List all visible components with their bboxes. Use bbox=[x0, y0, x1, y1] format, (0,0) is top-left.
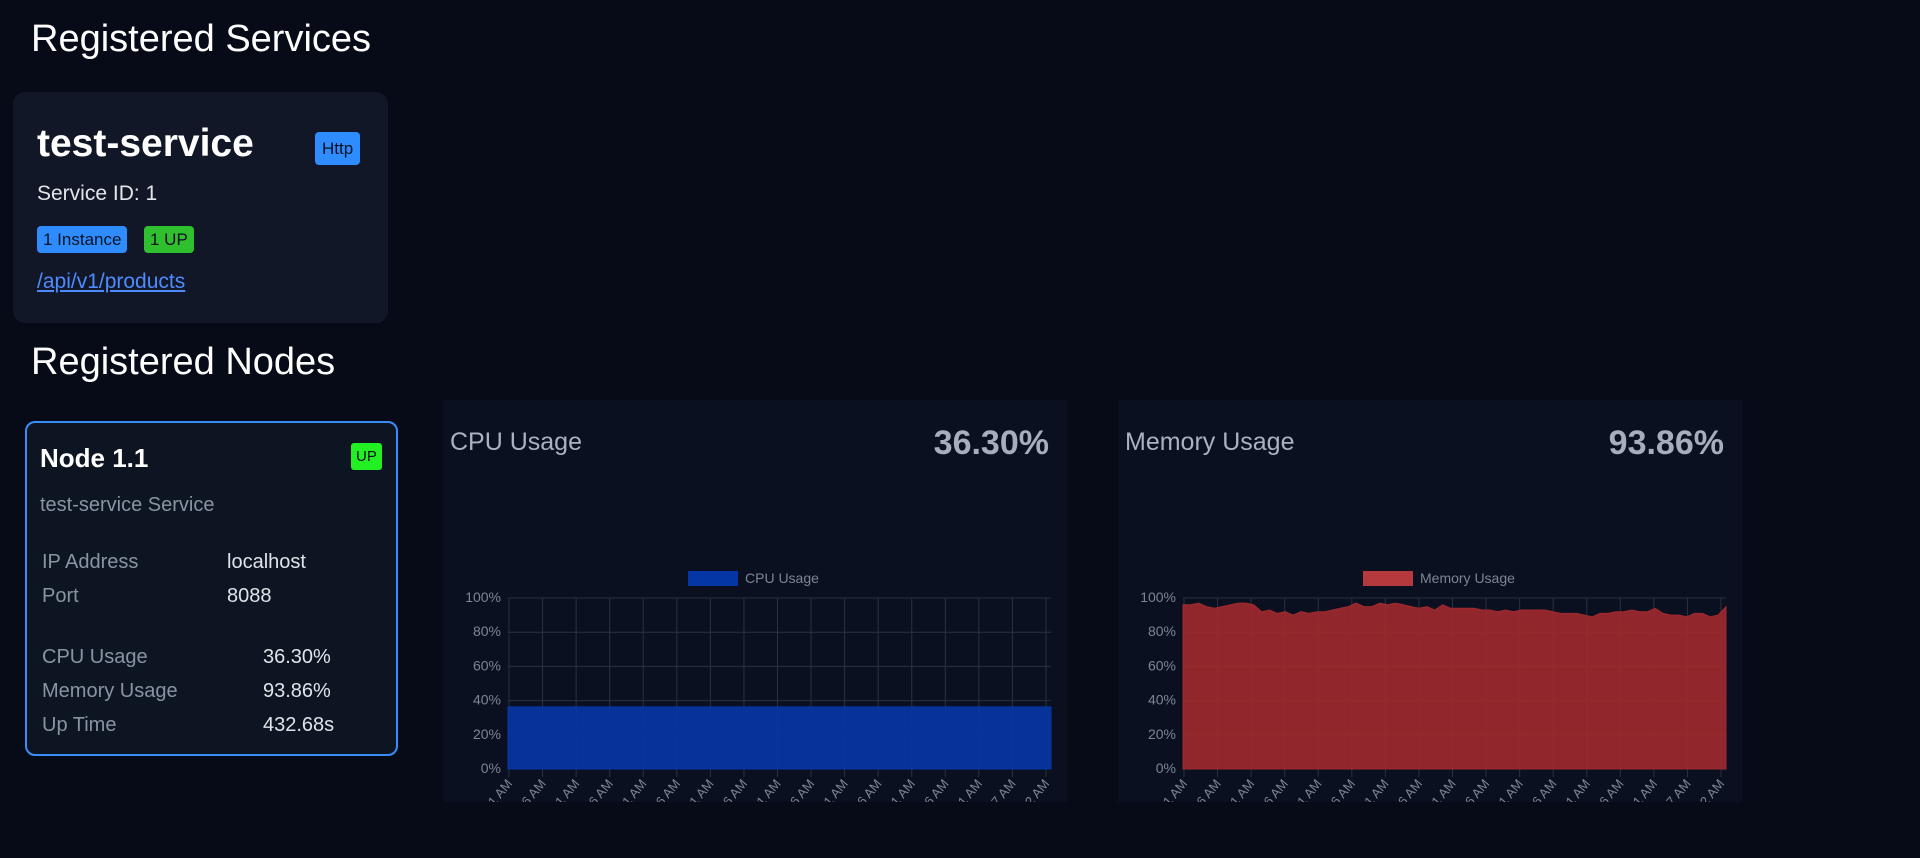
uptime-label: Up Time bbox=[42, 714, 117, 736]
instances-badge: 1 Instance bbox=[37, 226, 128, 253]
cpu-panel-value: 36.30% bbox=[933, 424, 1049, 462]
up-count-badge: 1 UP bbox=[144, 226, 194, 253]
uptime-value: 432.68s bbox=[263, 714, 335, 736]
cpu-chart-legend-label: CPU Usage bbox=[745, 570, 819, 586]
cpu-chart-ytick: 20% bbox=[473, 726, 501, 742]
memory-chart-legend-swatch bbox=[1363, 571, 1413, 586]
port-label: Port bbox=[42, 585, 79, 607]
service-id: Service ID: 1 bbox=[37, 182, 158, 205]
cpu-chart-series-area bbox=[507, 706, 1052, 770]
cpu-usage-label: CPU Usage bbox=[42, 646, 148, 668]
service-card[interactable]: test-service Http Service ID: 1 1 Instan… bbox=[13, 92, 388, 323]
cpu-chart-ytick: 0% bbox=[481, 760, 501, 776]
cpu-chart-xtick: 12:04:11 AM bbox=[457, 776, 515, 802]
ip-address-label: IP Address bbox=[42, 551, 139, 573]
service-name: test-service bbox=[37, 122, 254, 165]
node-name: Node 1.1 bbox=[40, 443, 149, 473]
node-card[interactable]: Node 1.1 UP test-service Service IP Addr… bbox=[25, 421, 398, 756]
services-heading: Registered Services bbox=[31, 18, 372, 60]
memory-chart-ytick: 80% bbox=[1148, 623, 1176, 639]
memory-chart-legend-label: Memory Usage bbox=[1420, 570, 1515, 586]
port-value: 8088 bbox=[227, 585, 272, 607]
nodes-heading: Registered Nodes bbox=[31, 341, 336, 383]
cpu-panel-title: CPU Usage bbox=[450, 428, 582, 456]
memory-chart-legend: Memory Usage bbox=[1363, 570, 1515, 586]
memory-chart-series-area bbox=[1182, 602, 1727, 770]
memory-chart-ytick: 60% bbox=[1148, 657, 1176, 673]
memory-chart-ytick: 0% bbox=[1156, 760, 1176, 776]
cpu-usage-chart: CPU Usage0%20%40%60%80%100%12:04:11 AM12… bbox=[457, 570, 1052, 802]
memory-panel-title: Memory Usage bbox=[1125, 428, 1295, 456]
memory-chart-ytick: 100% bbox=[1140, 589, 1176, 605]
memory-chart-ytick: 40% bbox=[1148, 692, 1176, 708]
node-status-badge: UP bbox=[351, 443, 382, 470]
memory-panel-value: 93.86% bbox=[1608, 424, 1724, 462]
node-service-label: test-service Service bbox=[40, 494, 215, 516]
ip-address-value: localhost bbox=[227, 551, 306, 573]
cpu-chart-legend-swatch bbox=[688, 571, 738, 586]
cpu-usage-panel: CPU Usage 36.30% CPU Usage 0% 20% 40% 60% 80%… bbox=[443, 400, 1067, 802]
cpu-chart-ytick: 60% bbox=[473, 657, 501, 673]
memory-usage-label: Memory Usage bbox=[42, 680, 178, 702]
memory-usage-chart: Memory Usage 0% 20% 40% 60% 80% 100% 12:04:11 A… bbox=[1132, 570, 1727, 802]
cpu-usage-value: 36.30% bbox=[263, 646, 331, 668]
cpu-chart-legend: CPU Usage bbox=[688, 570, 819, 586]
memory-usage-value: 93.86% bbox=[263, 680, 331, 702]
memory-chart-ytick: 20% bbox=[1148, 726, 1176, 742]
memory-chart-xtick: 12:04:11 AM bbox=[1132, 776, 1190, 802]
cpu-chart-ytick: 80% bbox=[473, 623, 501, 639]
cpu-chart-ytick: 100% bbox=[465, 589, 501, 605]
protocol-badge: Http bbox=[315, 132, 361, 165]
cpu-chart-ytick: 40% bbox=[473, 692, 501, 708]
memory-usage-panel: Memory Usage 93.86% Memory Usage 0% 20% 40%… bbox=[1118, 400, 1742, 802]
service-path-link[interactable]: /api/v1/products bbox=[37, 270, 185, 294]
